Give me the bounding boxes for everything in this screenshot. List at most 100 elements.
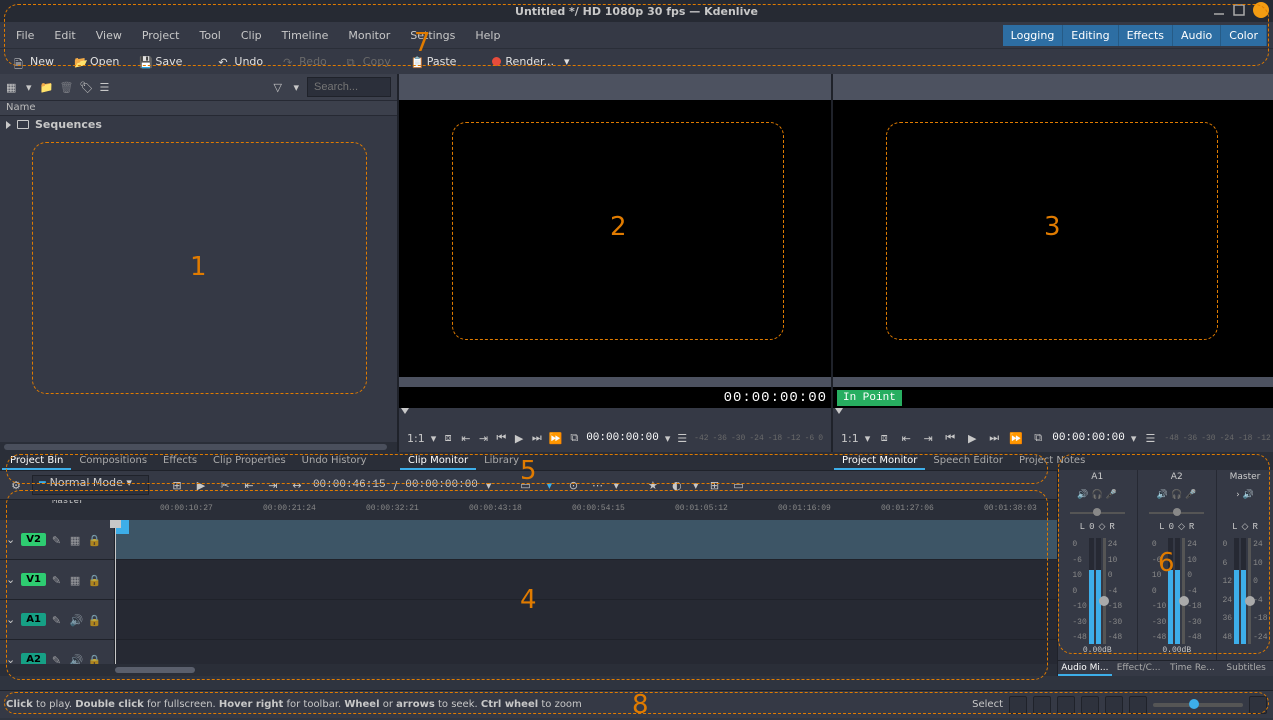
- mic-icon[interactable]: 🎤: [1106, 490, 1117, 500]
- collapse-icon[interactable]: ⌄: [6, 573, 15, 586]
- mixer-channel-a2[interactable]: A2 🔊🎧🎤 L0◇R 0-6100-10-30-48 24100-4-18-3…: [1138, 470, 1218, 660]
- undo-button[interactable]: ↶Undo: [210, 52, 271, 71]
- track-comp-icon[interactable]: ⊞: [169, 477, 185, 493]
- expand-icon[interactable]: [6, 121, 11, 129]
- chevron-down-icon[interactable]: ▾: [693, 479, 699, 492]
- bin-scrollbar[interactable]: [0, 442, 397, 452]
- timeline-scrollbar[interactable]: [0, 664, 1057, 676]
- goto-end-icon[interactable]: ⇥: [920, 430, 936, 446]
- mute-icon[interactable]: ▦: [70, 534, 82, 546]
- save-button[interactable]: 💾Save: [131, 52, 190, 71]
- menu-edit[interactable]: Edit: [44, 25, 85, 46]
- layout-audio[interactable]: Audio: [1173, 25, 1221, 46]
- tab-audio-mixer[interactable]: Audio Mi...: [1058, 661, 1112, 676]
- search-input[interactable]: [307, 77, 391, 97]
- bin-item-sequences[interactable]: Sequences: [6, 118, 391, 131]
- pan-slider[interactable]: [1070, 512, 1125, 514]
- spacer-icon[interactable]: ↔: [289, 477, 305, 493]
- goto-start-icon[interactable]: ⇤: [460, 430, 472, 446]
- chevron-down-icon[interactable]: ▾: [431, 432, 437, 445]
- tab-effect-stack[interactable]: Effect/C...: [1112, 661, 1166, 676]
- tab-effects[interactable]: Effects: [155, 453, 205, 470]
- expand-icon[interactable]: ›: [1236, 490, 1240, 500]
- clip-ctrl-timecode[interactable]: 00:00:00:00: [586, 432, 659, 444]
- bin-tree[interactable]: Sequences: [0, 116, 397, 442]
- tab-time-remap[interactable]: Time Re...: [1166, 661, 1220, 676]
- track-label[interactable]: A1: [21, 613, 46, 626]
- timeline-tc-current[interactable]: 00:00:46:15: [313, 479, 386, 491]
- lock-icon[interactable]: 🔒: [88, 574, 100, 586]
- headphone-icon[interactable]: 🎧: [1092, 490, 1103, 500]
- zoom-slider[interactable]: [1153, 703, 1243, 707]
- track-v2[interactable]: ⌄ V2 ✎ ▦ 🔒: [0, 520, 1057, 560]
- set-in-icon[interactable]: ⧈: [442, 430, 454, 446]
- volume-icon[interactable]: 🔊: [70, 614, 82, 626]
- fx-icon[interactable]: ✎: [52, 614, 64, 626]
- speed-label[interactable]: 1:1: [841, 432, 859, 445]
- layout-color[interactable]: Color: [1221, 25, 1267, 46]
- lock-icon[interactable]: 🔒: [88, 654, 100, 665]
- track-v1[interactable]: ⌄ V1 ✎ ▦ 🔒: [0, 560, 1057, 600]
- loop-icon[interactable]: ⧉: [1030, 430, 1046, 446]
- menu-timeline[interactable]: Timeline: [272, 25, 339, 46]
- track-a2[interactable]: ⌄ A2 ✎ 🔊 🔒: [0, 640, 1057, 664]
- open-button[interactable]: 📂Open: [66, 52, 127, 71]
- tab-speech-editor[interactable]: Speech Editor: [925, 453, 1011, 470]
- project-ctrl-timecode[interactable]: 00:00:00:00: [1052, 432, 1125, 444]
- forward-icon[interactable]: ⏭: [986, 430, 1002, 446]
- bracket-out-icon[interactable]: ⇥: [265, 477, 281, 493]
- lock-icon[interactable]: 🔒: [88, 534, 100, 546]
- menu-settings[interactable]: Settings: [400, 25, 465, 46]
- thumbnails-icon[interactable]: [1033, 696, 1051, 714]
- tab-project-notes[interactable]: Project Notes: [1011, 453, 1093, 470]
- tag-color-icon[interactable]: [1009, 696, 1027, 714]
- rewind-icon[interactable]: ⏮: [942, 430, 958, 446]
- speed-label[interactable]: 1:1: [407, 432, 425, 445]
- timeline-playhead[interactable]: [115, 520, 116, 664]
- chevron-down-icon[interactable]: ▾: [865, 432, 871, 445]
- folder-add-icon[interactable]: 📁: [40, 81, 52, 93]
- layout-editing[interactable]: Editing: [1063, 25, 1118, 46]
- menu-icon[interactable]: ☰: [1142, 430, 1158, 446]
- play-icon[interactable]: ▶: [193, 477, 209, 493]
- play-icon[interactable]: ▶: [964, 430, 980, 446]
- lock-icon[interactable]: 🔒: [88, 614, 100, 626]
- tab-library[interactable]: Library: [476, 453, 527, 470]
- favorite-icon[interactable]: ★: [645, 477, 661, 493]
- chevron-down-icon[interactable]: ▾: [486, 479, 492, 492]
- menu-view[interactable]: View: [86, 25, 132, 46]
- fx-icon[interactable]: ✎: [52, 534, 64, 546]
- chevron-down-icon[interactable]: ▾: [665, 432, 671, 445]
- menu-clip[interactable]: Clip: [231, 25, 272, 46]
- minimize-icon[interactable]: [1213, 4, 1225, 16]
- volume-fader[interactable]: [1182, 538, 1185, 644]
- mixer-channel-a1[interactable]: A1 🔊🎧🎤 L0◇R 0-6100-10-30-48 24100-4-18-3…: [1058, 470, 1138, 660]
- more-icon[interactable]: ⋯: [589, 477, 605, 493]
- proxy-icon[interactable]: ⊞: [707, 477, 723, 493]
- snap-icon[interactable]: [1105, 696, 1123, 714]
- tab-project-monitor[interactable]: Project Monitor: [834, 453, 925, 470]
- pan-slider[interactable]: [1149, 512, 1204, 514]
- timeline-ruler[interactable]: Master 00:00:10:27 00:00:21:24 00:00:32:…: [0, 500, 1057, 520]
- tab-clip-monitor[interactable]: Clip Monitor: [400, 453, 476, 470]
- loop-icon[interactable]: ⧉: [568, 430, 580, 446]
- clip-monitor-ruler[interactable]: [399, 408, 831, 424]
- menu-monitor[interactable]: Monitor: [338, 25, 400, 46]
- chevron-down-icon[interactable]: ▾: [26, 81, 32, 94]
- layout-effects[interactable]: Effects: [1119, 25, 1173, 46]
- mixer-channel-master[interactable]: Master ›🔊 L◇R 0612243648 24100-4-18-24: [1217, 470, 1273, 660]
- edit-mode-select[interactable]: ━Normal Mode ▾: [32, 475, 149, 495]
- clip-monitor-view[interactable]: [399, 100, 831, 377]
- collapse-icon[interactable]: ⌄: [6, 653, 15, 664]
- collapse-icon[interactable]: ⌄: [6, 533, 15, 546]
- tab-subtitles[interactable]: Subtitles: [1219, 661, 1273, 676]
- mute-icon[interactable]: 🔊: [1157, 490, 1168, 500]
- set-in-icon[interactable]: ⧈: [876, 430, 892, 446]
- fit-icon[interactable]: [1129, 696, 1147, 714]
- mic-icon[interactable]: 🎤: [1185, 490, 1196, 500]
- play-icon[interactable]: ▶: [513, 430, 525, 446]
- track-label[interactable]: A2: [21, 653, 46, 664]
- headphone-icon[interactable]: 🎧: [1171, 490, 1182, 500]
- tag-icon[interactable]: 🏷: [80, 81, 92, 93]
- preview-icon[interactable]: ◐: [669, 477, 685, 493]
